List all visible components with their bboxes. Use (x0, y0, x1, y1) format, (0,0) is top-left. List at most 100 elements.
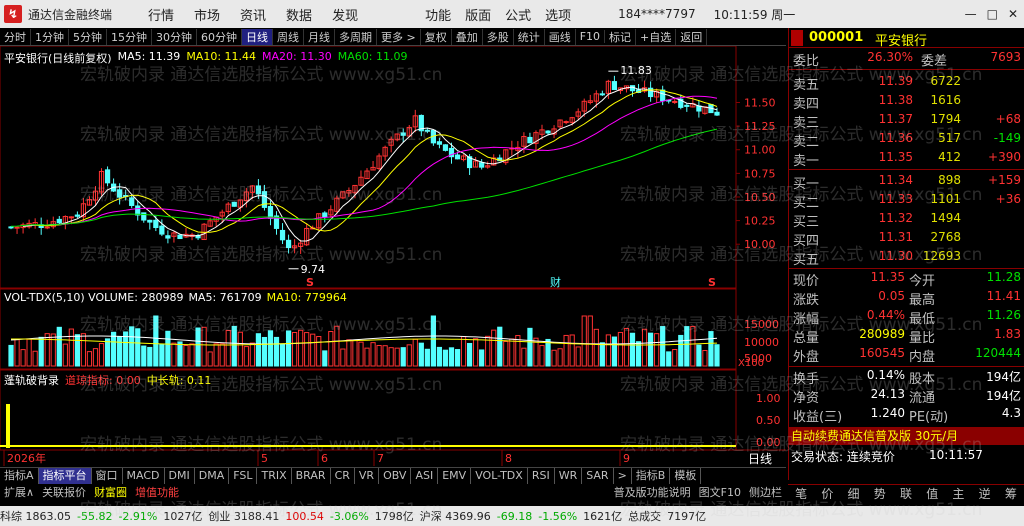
stock-code[interactable]: 000001 (809, 30, 863, 45)
stock-name[interactable]: 平安银行 (875, 30, 927, 49)
ma5-label: MA5: 11.39 (117, 50, 181, 63)
indicator-tab[interactable]: WR (555, 468, 583, 484)
menu-market[interactable]: 市场 (184, 5, 230, 24)
toolbar-item[interactable]: 统计 (514, 28, 545, 45)
toolbar-item[interactable]: 30分钟 (152, 28, 197, 45)
toolbar-item[interactable]: 月线 (304, 28, 335, 45)
bid-row[interactable]: 买三 11.32 1494 (789, 211, 1024, 230)
indicator-tab[interactable]: MACD (123, 468, 165, 484)
indicator-tab[interactable]: ASI (411, 468, 439, 484)
toolbar-item[interactable]: 1分钟 (31, 28, 69, 45)
bid-row[interactable]: 买二 11.33 1101 +36 (789, 192, 1024, 211)
low-marker: 9.74 (301, 263, 326, 276)
menu-functions[interactable]: 功能 (418, 5, 458, 24)
panel-tab[interactable]: 笔 (795, 485, 807, 504)
x-axis-label: 9 (623, 452, 630, 465)
ask-row[interactable]: 卖五 11.39 6722 (789, 74, 1024, 93)
extension-link[interactable]: 侧边栏 (745, 484, 786, 502)
close-icon[interactable]: ✕ (1008, 7, 1018, 21)
indicator-tab[interactable]: CR (331, 468, 355, 484)
extension-tab[interactable]: 扩展∧ (0, 484, 38, 502)
indicator-tab[interactable]: VR (355, 468, 380, 484)
candle-body (322, 212, 328, 218)
menu-formula[interactable]: 公式 (498, 5, 538, 24)
indicator-tab[interactable]: 指标A (0, 468, 39, 484)
extension-tab[interactable]: 财富圈 (90, 484, 131, 502)
vol-ma10: MA10: 779964 (266, 291, 347, 304)
indicator-tab[interactable]: SAR (582, 468, 614, 484)
panel-tab[interactable]: 势 (874, 485, 886, 504)
ask-row[interactable]: 卖三 11.37 1794 +68 (789, 112, 1024, 131)
volume-bar (110, 331, 117, 367)
secondary-menu: 功能 版面 公式 选项 (418, 5, 578, 24)
toolbar-item[interactable]: 叠加 (452, 28, 483, 45)
toolbar-item[interactable]: 多股 (483, 28, 514, 45)
promo-link[interactable]: 自动续费通达信普及版 30元/月 (789, 427, 1024, 445)
menu-news[interactable]: 资讯 (230, 5, 276, 24)
indicator-tab[interactable]: 指标平台 (38, 468, 92, 484)
indicator-tab[interactable]: RSI (528, 468, 555, 484)
stat-row: 现价 11.35 今开 11.28 (789, 270, 1024, 289)
toolbar-item[interactable]: 返回 (676, 28, 708, 45)
extension-link[interactable]: 普及版功能说明 (610, 484, 695, 502)
toolbar-item[interactable]: 日线 (242, 28, 273, 45)
extension-link[interactable]: 图文F10 (695, 484, 745, 502)
volume-bar (261, 336, 268, 367)
menu-quotes[interactable]: 行情 (138, 5, 184, 24)
toolbar-item[interactable]: +自选 (636, 28, 677, 45)
toolbar-item[interactable]: 5分钟 (69, 28, 107, 45)
maximize-icon[interactable]: □ (987, 7, 998, 21)
toolbar-item[interactable]: 分时 (0, 28, 31, 45)
menu-discover[interactable]: 发现 (322, 5, 368, 24)
indicator-tab[interactable]: BRAR (292, 468, 331, 484)
ask-row[interactable]: 卖一 11.35 412 +390 (789, 150, 1024, 169)
toolbar-item[interactable]: 多周期 (335, 28, 377, 45)
account-id[interactable]: 184****7797 (618, 7, 695, 21)
panel-tab[interactable]: 逆 (979, 485, 991, 504)
toolbar-item[interactable]: F10 (576, 30, 606, 43)
bid-row[interactable]: 买四 11.31 2768 (789, 230, 1024, 249)
menu-options[interactable]: 选项 (538, 5, 578, 24)
indicator-tab[interactable]: 窗口 (92, 468, 123, 484)
toolbar-item[interactable]: 更多 > (377, 28, 421, 45)
kline-chart[interactable]: 11.50 11.25 11.00 10.75 10.50 10.25 10.00 11.83… (0, 46, 786, 467)
menu-layout[interactable]: 版面 (458, 5, 498, 24)
candle-body (454, 154, 461, 160)
extension-tab[interactable]: 增值功能 (131, 484, 183, 502)
panel-tab[interactable]: 值 (926, 485, 938, 504)
toolbar-item[interactable]: 标记 (605, 28, 637, 45)
minimize-icon[interactable]: — (965, 7, 977, 21)
indicator-tab[interactable]: DMI (165, 468, 195, 484)
panel-tab[interactable]: 价 (821, 485, 833, 504)
extension-tab[interactable]: 关联报价 (38, 484, 90, 502)
indicator-tab[interactable]: 指标B (632, 468, 671, 484)
panel-tab[interactable]: 联 (900, 485, 912, 504)
menu-data[interactable]: 数据 (276, 5, 322, 24)
panel-tab[interactable]: 主 (952, 485, 964, 504)
toolbar-item[interactable]: 15分钟 (107, 28, 152, 45)
bid-row[interactable]: 买一 11.34 898 +159 (789, 173, 1024, 192)
bid-row[interactable]: 买五 11.30 12693 (789, 249, 1024, 268)
volume-bar (690, 325, 696, 367)
indicator-tab[interactable]: DMA (195, 468, 230, 484)
toolbar-item[interactable]: 周线 (273, 28, 304, 45)
indicator-tab[interactable]: FSL (229, 468, 258, 484)
indicator-tab[interactable]: > (614, 468, 632, 484)
volume-bar (599, 342, 605, 367)
price-pane-border (0, 46, 737, 289)
volume-bar (135, 328, 141, 367)
toolbar-item[interactable]: 60分钟 (197, 28, 242, 45)
ask-row[interactable]: 卖二 11.36 517 -149 (789, 131, 1024, 150)
indicator-tab[interactable]: TRIX (257, 468, 292, 484)
panel-tab[interactable]: 筹 (1005, 485, 1017, 504)
toolbar-item[interactable]: 画线 (545, 28, 576, 45)
panel-tab[interactable]: 细 (848, 485, 860, 504)
divider (789, 69, 1024, 70)
indicator-tab[interactable]: VOL-TDX (471, 468, 528, 484)
ask-row[interactable]: 卖四 11.38 1616 (789, 93, 1024, 112)
indicator-tab[interactable]: 模板 (670, 468, 702, 484)
toolbar-item[interactable]: 复权 (421, 28, 452, 45)
indicator-tab[interactable]: OBV (379, 468, 412, 484)
volume-bar (147, 346, 153, 367)
indicator-tab[interactable]: EMV (438, 468, 472, 484)
